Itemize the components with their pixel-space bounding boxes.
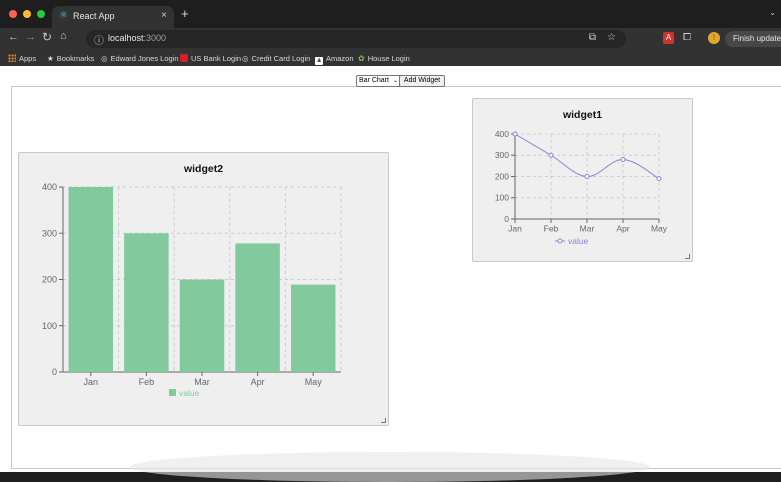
bar-mar <box>179 279 225 372</box>
chevron-down-icon: ⌄ <box>392 78 398 84</box>
bar-apr <box>235 243 280 372</box>
y-tick-label: 0 <box>504 214 509 224</box>
x-tick-label: Mar <box>580 224 595 234</box>
bar-may <box>290 284 336 372</box>
home-icon[interactable]: ⌂ <box>60 30 67 42</box>
install-app-icon[interactable]: ⧉ <box>589 32 596 43</box>
legend-label: value <box>179 388 200 398</box>
x-tick-label: Apr <box>616 224 629 234</box>
y-tick-label: 0 <box>52 367 57 377</box>
star-icon: ★ <box>47 54 54 63</box>
bookmark-star-icon[interactable]: ☆ <box>607 32 616 43</box>
forward-arrow-icon[interactable]: → <box>25 31 36 43</box>
legend-point-swatch <box>557 238 563 244</box>
y-tick-label: 200 <box>42 275 57 285</box>
page-viewport: Bar Chart ⌄ Add Widget widget1 0 100 200 30… <box>0 66 781 482</box>
chart-type-value: Bar Chart <box>359 77 389 84</box>
minimize-window-button[interactable] <box>23 10 31 18</box>
house-icon: ✿ <box>358 54 365 63</box>
bookmark-amazon[interactable]: a Amazon <box>315 54 354 65</box>
add-widget-button[interactable]: Add Widget <box>399 75 445 87</box>
line-point <box>620 157 626 162</box>
x-tick-label: Jan <box>84 377 99 387</box>
x-tick-label: Feb <box>139 377 155 387</box>
site-info-icon[interactable]: ⓘ <box>94 32 104 47</box>
maximize-window-button[interactable] <box>37 10 45 18</box>
bookmark-credit-card[interactable]: ◎ Credit Card Login <box>242 54 310 63</box>
extensions-puzzle-icon[interactable]: ⧠ <box>683 32 691 43</box>
y-tick-label: 300 <box>495 150 509 160</box>
bottom-overlay <box>130 452 650 482</box>
tab-strip: ⚛ React App × + ⌄ <box>0 0 781 28</box>
x-tick-label: Apr <box>251 377 265 387</box>
globe-icon: ◎ <box>101 54 108 63</box>
bookmark-house-login[interactable]: ✿ House Login <box>358 54 410 63</box>
browser-toolbar: ← → ↻ ⌂ ⓘ localhost:3000 ⧉ ☆ A ⧠ ! Finis… <box>0 28 781 50</box>
y-tick-label: 100 <box>495 193 509 203</box>
widget2-bar-chart: 0 100 200 300 400 Jan Feb Mar Apr May value <box>42 182 342 398</box>
line-point <box>548 152 554 158</box>
amazon-icon: a <box>315 57 323 65</box>
finish-update-button[interactable]: Finish update <box>725 31 781 47</box>
bookmark-us-bank[interactable]: US Bank Login <box>180 54 241 63</box>
y-tick-label: 300 <box>42 228 57 238</box>
back-arrow-icon[interactable]: ← <box>8 31 19 43</box>
pdf-extension-icon[interactable]: A <box>663 32 674 44</box>
legend-swatch <box>169 389 176 396</box>
y-tick-label: 400 <box>495 129 509 139</box>
x-tick-label: May <box>651 224 668 234</box>
bookmark-apps[interactable]: Apps <box>8 54 36 63</box>
url-text: localhost:3000 <box>108 33 167 43</box>
bar-feb <box>124 233 169 372</box>
widget1-panel[interactable]: widget1 0 100 200 300 400 Jan Feb Mar Apr May valu… <box>472 98 693 262</box>
x-tick-label: Feb <box>544 224 559 234</box>
react-logo-icon: ⚛ <box>59 10 68 21</box>
line-point <box>512 131 518 137</box>
x-tick-label: Mar <box>194 377 210 387</box>
chart-type-select[interactable]: Bar Chart ⌄ <box>356 75 401 87</box>
legend-label: value <box>568 236 589 246</box>
line-point <box>656 176 662 182</box>
bookmark-edward-jones[interactable]: ◎ Edward Jones Login <box>101 54 179 63</box>
x-tick-label: May <box>305 377 323 387</box>
avatar[interactable]: ! <box>708 32 720 44</box>
tab-react-app[interactable]: ⚛ React App × <box>52 6 174 28</box>
y-tick-label: 200 <box>495 171 509 181</box>
resize-handle[interactable] <box>381 418 386 423</box>
bookmark-bookmarks[interactable]: ★ Bookmarks <box>47 54 94 63</box>
tab-title: React App <box>73 11 115 21</box>
tab-close-icon[interactable]: × <box>161 10 167 21</box>
bar-jan <box>68 187 114 372</box>
reload-icon[interactable]: ↻ <box>42 30 52 44</box>
widget1-line-chart: 0 100 200 300 400 Jan Feb Mar Apr May value <box>495 129 668 246</box>
new-tab-button[interactable]: + <box>181 6 189 21</box>
address-bar[interactable]: ⓘ localhost:3000 ⧉ ☆ <box>86 30 626 48</box>
bookmarks-bar: Apps ★ Bookmarks ◎ Edward Jones Login US B… <box>0 50 781 66</box>
globe-icon: ◎ <box>242 54 249 63</box>
y-tick-label: 400 <box>42 182 57 192</box>
y-tick-label: 100 <box>42 321 57 331</box>
line-point <box>584 174 590 179</box>
close-window-button[interactable] <box>9 10 17 18</box>
x-tick-label: Jan <box>508 224 522 234</box>
apps-grid-icon <box>8 54 16 62</box>
widget2-panel[interactable]: widget2 0 100 200 300 400 Jan Feb Mar Apr May valu… <box>18 152 389 426</box>
tab-search-chevron-icon[interactable]: ⌄ <box>769 8 776 17</box>
resize-handle[interactable] <box>685 254 690 259</box>
bank-icon <box>180 54 188 62</box>
